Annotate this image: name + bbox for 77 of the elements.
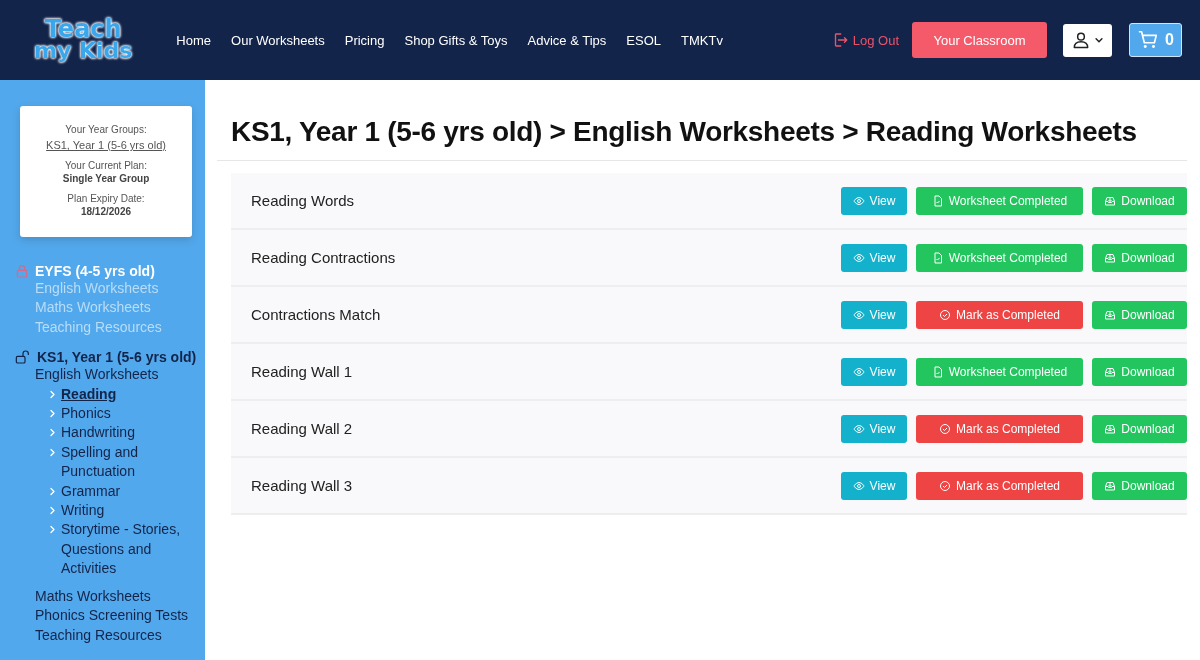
mark-completed-button[interactable]: Mark as Completed [916,414,1083,443]
download-button[interactable]: Download [1092,300,1187,329]
sidebar-link[interactable]: Maths Worksheets [35,586,151,607]
nav-link[interactable]: Pricing [344,32,385,48]
view-button[interactable]: View [841,414,907,443]
sidebar-link[interactable]: Handwriting [61,423,186,443]
download-icon [1104,479,1117,492]
view-button[interactable]: View [841,471,907,500]
info-label: Your Year Groups: [65,124,147,135]
sidebar-link[interactable]: Reading [61,384,186,405]
cart-button[interactable]: 0 [1129,23,1182,57]
worksheet-title: Reading Contractions [251,249,397,266]
info-label: Plan Expiry Date: [67,193,145,204]
completed-button[interactable]: Worksheet Completed [916,243,1083,272]
sidebar-link[interactable]: Phonics [61,404,186,424]
check-circle-icon [938,422,951,435]
classroom-button[interactable]: Your Classroom [912,22,1047,58]
sidebar-link[interactable]: Storytime - Stories, Questions and Activities [61,520,186,579]
completed-button[interactable]: Worksheet Completed [916,357,1083,386]
info-label: Your Current Plan: [65,160,147,171]
nav-link[interactable]: Our Worksheets [231,32,325,48]
sidebar-link[interactable]: Spelling and Punctuation [61,442,186,482]
page-title: KS1, Year 1 (5-6 yrs old) > English Worksheets > Reading Worksheets [217,80,1187,161]
view-button[interactable]: View [841,243,907,272]
download-icon [1104,422,1117,435]
caret-icon [1094,35,1104,45]
eye-icon [852,365,865,378]
download-button[interactable]: Download [1092,471,1187,500]
worksheet-title: Reading Wall 1 [251,363,354,380]
worksheet-title: Reading Wall 2 [251,420,354,437]
check-circle-icon [938,479,951,492]
sidebar-link[interactable]: Teaching Resources [35,625,162,645]
nav-link[interactable]: Home [176,32,212,48]
worksheet-title: Reading Wall 3 [251,477,354,494]
download-icon [1104,308,1117,321]
mark-completed-button[interactable]: Mark as Completed [916,471,1083,500]
eye-icon [852,422,865,435]
info-value: Single Year Group [62,173,150,184]
nav-link[interactable]: ESOL [626,32,662,48]
year-group-title[interactable]: EYFS (4-5 yrs old) [35,263,155,279]
document-icon [931,251,944,264]
worksheet-title: Reading Words [251,192,356,209]
download-icon [1104,365,1117,378]
worksheet-title: Contractions Match [251,306,382,323]
document-icon [931,194,944,207]
download-icon [1104,194,1117,207]
view-button[interactable]: View [841,300,907,329]
sidebar-link[interactable]: Writing [61,501,186,521]
eye-icon [852,308,865,321]
nav-link[interactable]: Shop Gifts & Toys [404,32,508,48]
eye-icon [852,251,865,264]
view-button[interactable]: View [841,186,907,215]
download-button[interactable]: Download [1092,186,1187,215]
logo[interactable]: Teach my Kids [34,19,133,61]
sidebar-link[interactable]: English Worksheets [35,365,159,385]
download-button[interactable]: Download [1092,243,1187,272]
eye-icon [852,194,865,207]
nav-link[interactable]: TMKTv [681,32,723,48]
download-icon [1104,251,1117,264]
account-button[interactable] [1063,23,1112,57]
nav-link[interactable]: Advice & Tips [527,32,607,48]
view-button[interactable]: View [841,357,907,386]
download-button[interactable]: Download [1092,357,1187,386]
download-button[interactable]: Download [1092,414,1187,443]
cart-icon [1137,29,1160,51]
year-group-link[interactable]: KS1, Year 1 (5-6 yrs old) [46,139,166,151]
completed-button[interactable]: Worksheet Completed [916,186,1083,215]
logout-link[interactable]: Log Out [830,31,899,49]
check-circle-icon [938,308,951,321]
sidebar-link[interactable]: Grammar [61,481,186,502]
mark-completed-button[interactable]: Mark as Completed [916,300,1083,329]
eye-icon [852,479,865,492]
year-group-title[interactable]: KS1, Year 1 (5-6 yrs old) [37,349,197,366]
info-value: 18/12/2026 [80,206,132,217]
sidebar-link[interactable]: Phonics Screening Tests [35,606,189,626]
document-icon [931,365,944,378]
user-icon [1071,30,1091,50]
